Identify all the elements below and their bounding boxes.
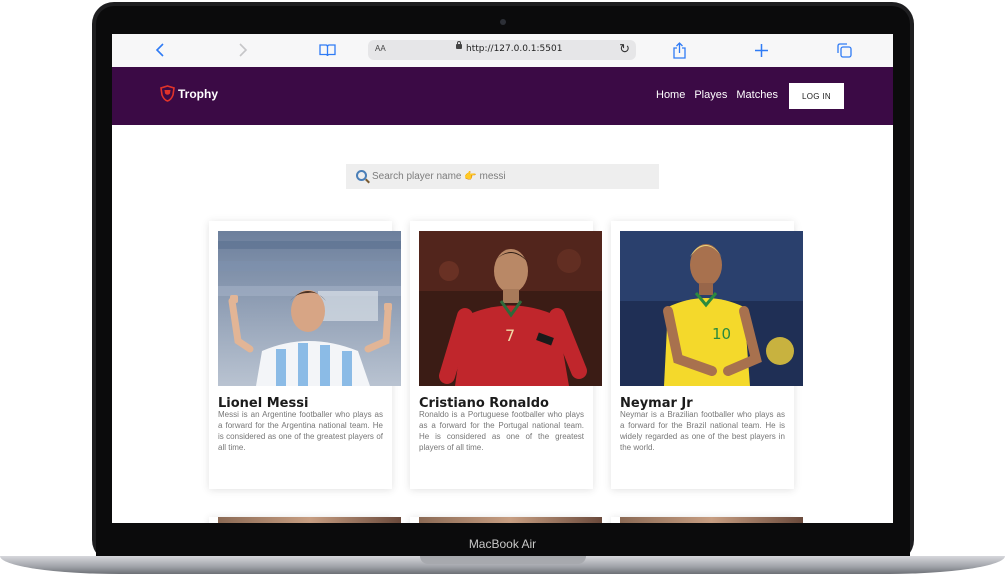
player-photo: 7	[419, 231, 602, 386]
url-text: http://127.0.0.1:5501	[466, 44, 563, 54]
trophy-shield-icon	[160, 85, 175, 102]
address-bar[interactable]: AA http://127.0.0.1:5501 ↻	[368, 40, 636, 60]
reader-icon[interactable]	[316, 40, 338, 60]
search-box	[346, 164, 659, 189]
nav-matches[interactable]: Matches	[736, 89, 778, 101]
player-description: Neymar is a Brazilian footballer who pla…	[620, 410, 785, 452]
model-label: MacBook Air	[468, 537, 537, 551]
search-input[interactable]	[372, 164, 652, 189]
new-tab-icon[interactable]	[751, 40, 771, 60]
magnifier-icon	[356, 170, 367, 181]
brand-logo[interactable]: Trophy	[160, 85, 218, 102]
back-icon[interactable]	[150, 40, 170, 60]
player-description: Messi is an Argentine footballer who pla…	[218, 410, 383, 452]
browser-screen: AA http://127.0.0.1:5501 ↻ Trophy Home P…	[112, 34, 893, 523]
player-description: Ronaldo is a Portuguese footballer who p…	[419, 410, 584, 452]
site-navbar: Trophy Home Playes Matches LOG IN	[112, 67, 893, 125]
text-size-button[interactable]: AA	[375, 44, 386, 53]
tabs-icon[interactable]	[834, 40, 854, 60]
lock-icon	[456, 41, 462, 49]
player-card[interactable]: Lionel Messi Messi is an Argentine footb…	[209, 221, 401, 489]
laptop-hinge-notch	[420, 556, 586, 564]
player-card[interactable]: 7 Cristiano Ronaldo Ronaldo is a Portugu…	[410, 221, 602, 489]
nav-players[interactable]: Playes	[694, 89, 727, 101]
forward-icon[interactable]	[233, 40, 253, 60]
player-photo: 10	[620, 231, 803, 386]
camera-icon	[500, 19, 506, 25]
svg-text:7: 7	[505, 326, 515, 345]
share-icon[interactable]	[669, 40, 689, 60]
svg-text:10: 10	[712, 325, 731, 343]
login-button[interactable]: LOG IN	[789, 83, 844, 109]
player-photo	[218, 231, 401, 386]
nav-links: Home Playes Matches	[656, 89, 778, 101]
nav-home[interactable]: Home	[656, 89, 685, 101]
player-card[interactable]: 10 Neymar Jr Neymar is a Brazilian footb…	[611, 221, 803, 489]
brand-name: Trophy	[178, 86, 219, 101]
reload-icon[interactable]: ↻	[619, 41, 630, 57]
browser-toolbar: AA http://127.0.0.1:5501 ↻	[112, 34, 893, 68]
